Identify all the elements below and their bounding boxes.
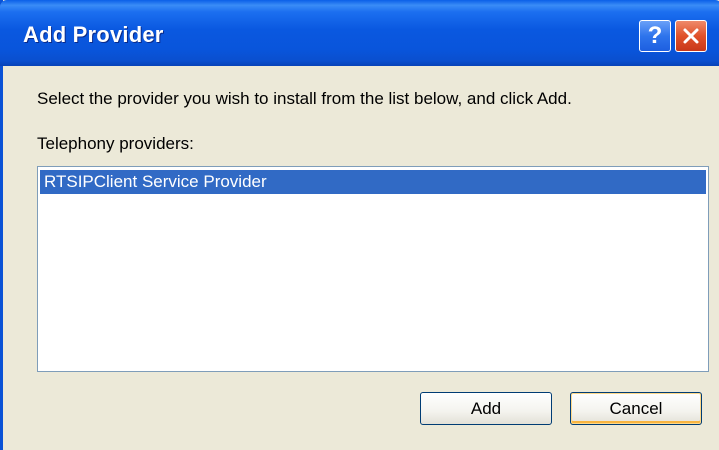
providers-list-label: Telephony providers:: [37, 134, 194, 153]
providers-listbox[interactable]: RTSIPClient Service Provider: [37, 166, 709, 372]
close-button[interactable]: [675, 20, 707, 52]
list-item-rtsipclient-service-provider[interactable]: RTSIPClient Service Provider: [40, 170, 706, 194]
cancel-button[interactable]: Cancel: [570, 392, 702, 425]
add-provider-dialog: Add Provider ? Select the provider you w…: [0, 0, 719, 450]
help-icon: ?: [647, 22, 663, 49]
title-bar[interactable]: Add Provider ?: [0, 0, 719, 66]
add-button[interactable]: Add: [420, 392, 552, 425]
dialog-title: Add Provider: [23, 22, 164, 47]
help-button[interactable]: ?: [639, 20, 671, 52]
instruction-text: Select the provider you wish to install …: [37, 89, 572, 108]
close-icon: [683, 28, 699, 44]
